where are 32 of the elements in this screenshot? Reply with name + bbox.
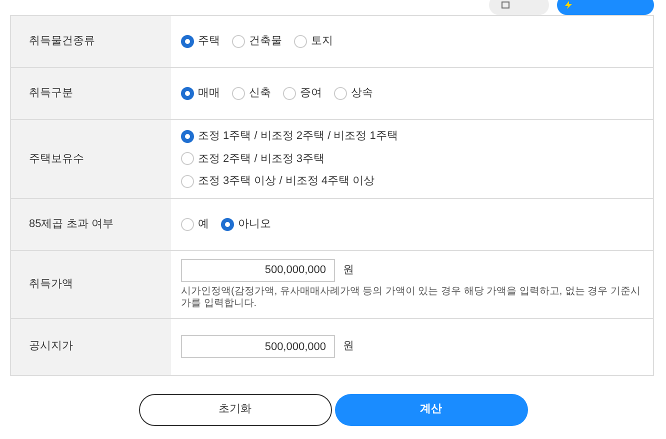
radio-button[interactable]: [181, 130, 194, 143]
radio-button[interactable]: [181, 87, 194, 100]
radio-option[interactable]: 신축: [232, 85, 271, 102]
amount-field[interactable]: 500,000,000: [181, 335, 335, 358]
radio-option[interactable]: 토지: [294, 33, 333, 50]
unit-label: 원: [343, 339, 354, 354]
row-label: 주택보유수: [11, 120, 171, 198]
radio-option[interactable]: 조정 2주택 / 비조정 3주택: [181, 150, 325, 167]
print-button[interactable]: [489, 0, 549, 15]
amount-field[interactable]: 500,000,000: [181, 258, 335, 282]
unit-label: 원: [343, 262, 354, 278]
radio-button[interactable]: [221, 218, 234, 230]
reset-button[interactable]: 초기화: [138, 394, 332, 426]
row-label: 공시지가: [11, 318, 171, 374]
row-label: 취득가액: [11, 250, 171, 318]
hint-text: 시가인정액(감정가액, 유사매매사례가액 등의 가액이 있는 경우 해당 가액을 입력하고, 없는 경우 기준시가를 입력합니다.: [181, 286, 642, 310]
radio-option[interactable]: 증여: [283, 85, 322, 102]
radio-button[interactable]: [181, 35, 194, 48]
printer-icon: [501, 1, 510, 9]
row-label: 85제곱 초과 여부: [11, 198, 171, 250]
radio-option[interactable]: 조정 3주택 이상 / 비조정 4주택 이상: [181, 173, 375, 190]
radio-option[interactable]: 상속: [334, 85, 373, 102]
radio-option[interactable]: 아니오: [221, 216, 271, 232]
lightning-icon: [565, 1, 572, 9]
radio-option[interactable]: 조정 1주택 / 비조정 2주택 / 비조정 1주택: [181, 128, 398, 144]
radio-option[interactable]: 건축물: [232, 33, 282, 50]
guide-button[interactable]: [557, 0, 654, 15]
row-label: 취득구분: [11, 68, 171, 119]
row-label: 취득물건종류: [11, 16, 171, 67]
radio-option[interactable]: 매매: [181, 85, 220, 102]
radio-option[interactable]: 예: [181, 216, 209, 232]
radio-option[interactable]: 주택: [181, 33, 220, 50]
